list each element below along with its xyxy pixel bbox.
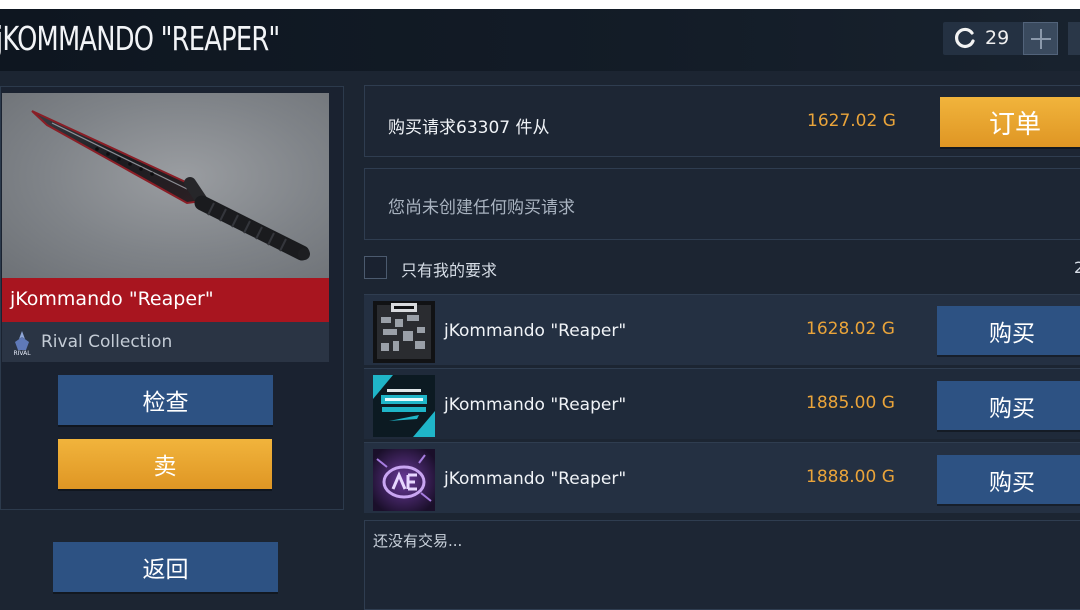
inspect-button[interactable]: 检查 xyxy=(58,375,273,425)
sell-button[interactable]: 卖 xyxy=(58,439,272,489)
menu-button[interactable] xyxy=(1068,22,1080,55)
only-my-requests-label[interactable]: 只有我的要求 xyxy=(401,257,497,281)
item-image xyxy=(2,93,329,278)
listing-name: jKommando "Reaper" xyxy=(444,321,627,341)
currency-amount: 29 xyxy=(985,27,1010,49)
listing-price: 1628.02 G xyxy=(806,319,895,339)
listing-name: jKommando "Reaper" xyxy=(444,469,627,489)
add-currency-button[interactable] xyxy=(1023,22,1058,55)
no-requests-text: 您尚未创建任何购买请求 xyxy=(388,198,575,218)
buy-request-label: 购买请求63307 件从 xyxy=(388,118,550,138)
back-button[interactable]: 返回 xyxy=(53,542,278,592)
refresh-coin-icon xyxy=(954,27,975,48)
listing-price: 1885.00 G xyxy=(806,393,895,413)
page-title: jKOMMANDO "REAPER" xyxy=(0,19,280,58)
buy-button[interactable]: 购买 xyxy=(937,381,1080,430)
no-trades-text: 还没有交易... xyxy=(373,532,463,550)
svg-text:RIVAL: RIVAL xyxy=(13,350,31,356)
header-bar: jKOMMANDO "REAPER" xyxy=(0,9,1080,71)
collection-name: Rival Collection xyxy=(41,332,173,352)
my-requests-box: 您尚未创建任何购买请求 xyxy=(364,168,1080,240)
knife-icon xyxy=(31,110,310,261)
buy-button[interactable]: 购买 xyxy=(937,306,1080,355)
listing-count: 2 xyxy=(1074,258,1080,277)
listing-price: 1888.00 G xyxy=(806,467,895,487)
trades-standoff2-avatar-icon xyxy=(373,375,435,437)
item-name-bar: jKommando "Reaper" xyxy=(2,278,329,322)
buy-request-price: 1627.02 G xyxy=(807,111,896,131)
trade-history-box: 还没有交易... xyxy=(364,520,1080,610)
top-strip xyxy=(0,0,1080,9)
buy-button[interactable]: 购买 xyxy=(937,455,1080,504)
item-name: jKommando "Reaper" xyxy=(10,288,214,310)
only-my-requests-checkbox[interactable] xyxy=(364,256,387,279)
rival-collection-icon: RIVAL xyxy=(13,331,31,356)
collection-bar: RIVAL Rival Collection xyxy=(2,322,329,362)
ne-purple-avatar-icon xyxy=(373,449,435,511)
listing-name: jKommando "Reaper" xyxy=(444,395,627,415)
order-button[interactable]: 订单 xyxy=(940,97,1080,147)
rust-avatar-icon xyxy=(373,301,435,363)
